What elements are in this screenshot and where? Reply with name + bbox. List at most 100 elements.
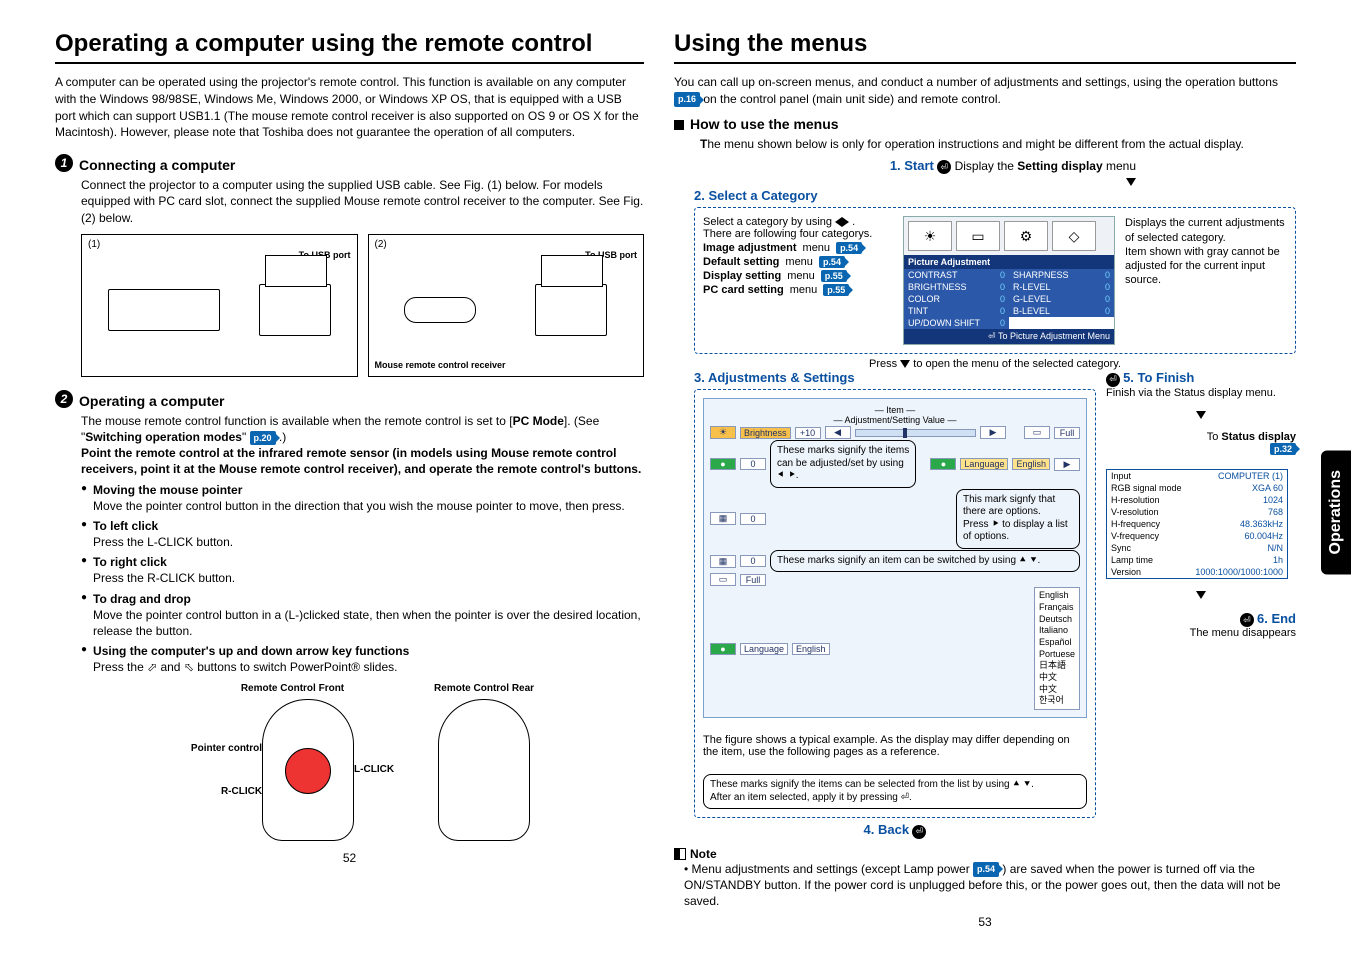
lead1-a: The mouse remote control function is ava… [81,414,513,428]
page-ref-20[interactable]: p.20 [250,431,276,445]
page-ref-54[interactable]: p.54 [973,862,999,876]
intro-b: on the control panel (main unit side) an… [703,92,1001,106]
right-flow-column: ⏎ 5. To Finish Finish via the Status dis… [1106,370,1296,639]
screen-icon: ▭ [1024,426,1050,439]
howto-heading: How to use the menus [674,116,1296,132]
step2-body: The mouse remote control function is ava… [81,413,644,845]
category-item: Image adjustment menu p.54 [703,242,893,254]
bullet-arrows: ● Using the computer's up and down arrow… [81,643,644,675]
page-title-left: Operating a computer using the remote co… [55,30,644,64]
b3t: Press the R-CLICK button. [93,571,235,585]
cat-a: Select a category by using [703,216,835,228]
projector-icon [108,289,220,331]
status-table: InputCOMPUTER (1)RGB signal modeXGA 60H-… [1106,469,1288,579]
page-ref-32[interactable]: p.32 [1270,443,1296,455]
bullet-icon: ● [81,554,87,586]
language-value: English [1012,458,1050,470]
figure-text: The figure shows a typical example. As t… [703,734,1087,758]
step4-label: 4. Back [864,822,910,837]
b1h: Moving the mouse pointer [93,483,242,497]
arrow-down-icon [1196,591,1206,599]
step2-title: Operating a computer [79,393,224,409]
bullet-drag: ● To drag and dropMove the pointer contr… [81,591,644,640]
menu-footer: ⏎ To Picture Adjustment Menu [904,329,1114,344]
step3-label: 3. Adjustments & Settings [694,370,1096,385]
bullet-left-click: ● To left clickPress the L-CLICK button. [81,518,644,550]
page-52: Operating a computer using the remote co… [40,30,659,929]
language-label: Language [960,458,1008,470]
figure-1-label: (1) [88,239,351,250]
page-ref-16[interactable]: p.16 [674,92,700,107]
square-bullet-icon [674,120,684,130]
step1-b: Display the [955,159,1018,173]
brightness-icon: ☀ [710,426,736,439]
receiver-label: Mouse remote control receiver [375,360,638,370]
howto-rest: he menu shown below is only for operatio… [707,137,1244,151]
right-arrow-icon: ▶ [1054,458,1080,471]
receiver-icon [404,297,476,323]
adj-val: Adjustment/Setting Value [845,415,945,425]
b1t: Move the pointer control button in the d… [93,499,625,513]
note-bullet-icon [674,848,686,860]
howto-body: The menu shown below is only for operati… [700,136,1296,152]
cat-right2: Item shown with gray cannot be adjusted … [1125,245,1287,288]
category-box: Select a category by using . There are f… [694,207,1296,354]
tab-brightness-icon: ☀ [908,221,952,251]
tab-settings-icon: ⚙ [1004,221,1048,251]
bullet-right-click: ● To right clickPress the R-CLICK button… [81,554,644,586]
page-ref[interactable]: p.55 [823,284,849,296]
step1-c: Setting display [1017,159,1102,173]
adj-item: Item [886,405,904,415]
menu-preview: ☀ ▭ ⚙ ◇ Picture Adjustment CONTRAST0BRIG… [903,216,1115,345]
b4t: Move the pointer control button in a (L-… [93,608,641,638]
b5h: Using the computer's up and down arrow k… [93,644,409,658]
category-item: Default setting menu p.54 [703,256,893,268]
lead1-e: " [242,430,250,444]
rc-rear-label: Remote Control Rear [434,682,534,696]
menu-table: Picture Adjustment CONTRAST0BRIGHTNESS0C… [904,255,1114,344]
b5t: Press the ⬀ and ⬁ buttons to switch Powe… [93,660,397,674]
lang-icon: ● [710,458,736,470]
intro-a: You can call up on-screen menus, and con… [674,75,1278,89]
figure-2: (2) To USB port Mouse remote control rec… [368,234,645,377]
adjustment-panel: — Item — — Adjustment/Setting Value — ☀ … [703,398,1087,718]
brightness-label: Brightness [740,427,791,439]
pointer-label: Pointer control [191,742,262,756]
bullet-icon: ● [81,518,87,550]
lead1-f: .) [279,430,286,444]
remote-front: Remote Control Front Pointer control R-C… [191,682,394,846]
step-number-2-icon: 2 [55,390,73,408]
remote-diagrams: Remote Control Front Pointer control R-C… [81,682,644,846]
tab-card-icon: ◇ [1052,221,1096,251]
note-lr: These marks signify the items can be adj… [770,440,916,488]
note-a: Menu adjustments and settings (except La… [692,862,973,876]
page-number-right: 53 [674,915,1296,929]
lclick-label: L-CLICK [354,763,394,777]
laptop-icon-2 [535,284,607,336]
cat-text2: There are following four categorys. [703,228,893,240]
page-number-left: 52 [55,851,644,865]
arrow-down-icon [1196,411,1206,419]
step1-d: menu [1103,159,1136,173]
note-head-text: Note [690,847,717,861]
down-icon [900,360,910,368]
note-ud: These marks signify an item can be switc… [770,550,1080,573]
page-title-right: Using the menus [674,30,1296,64]
bullet-icon: ● [81,591,87,640]
page-ref[interactable]: p.55 [821,270,847,282]
page-ref[interactable]: p.54 [836,242,862,254]
page-53: Operations Using the menus You can call … [659,30,1311,929]
bullet-icon: ● [81,482,87,514]
lead1-d: Switching operation modes [85,430,242,444]
to-status-b: Status display [1221,431,1296,443]
enter-icon: ⏎ [937,160,951,174]
cat-b: . [852,216,855,228]
left-right-icon [835,217,849,227]
b2t: Press the L-CLICK button. [93,535,233,549]
step1-title: Connecting a computer [79,157,235,173]
left-arrow-icon: ◀ [825,426,851,439]
page-ref[interactable]: p.54 [819,256,845,268]
note-options: This mark signfy that there are options.… [956,489,1080,549]
right-arrow-icon: ▶ [980,426,1006,439]
figure-2-label: (2) [375,239,638,250]
